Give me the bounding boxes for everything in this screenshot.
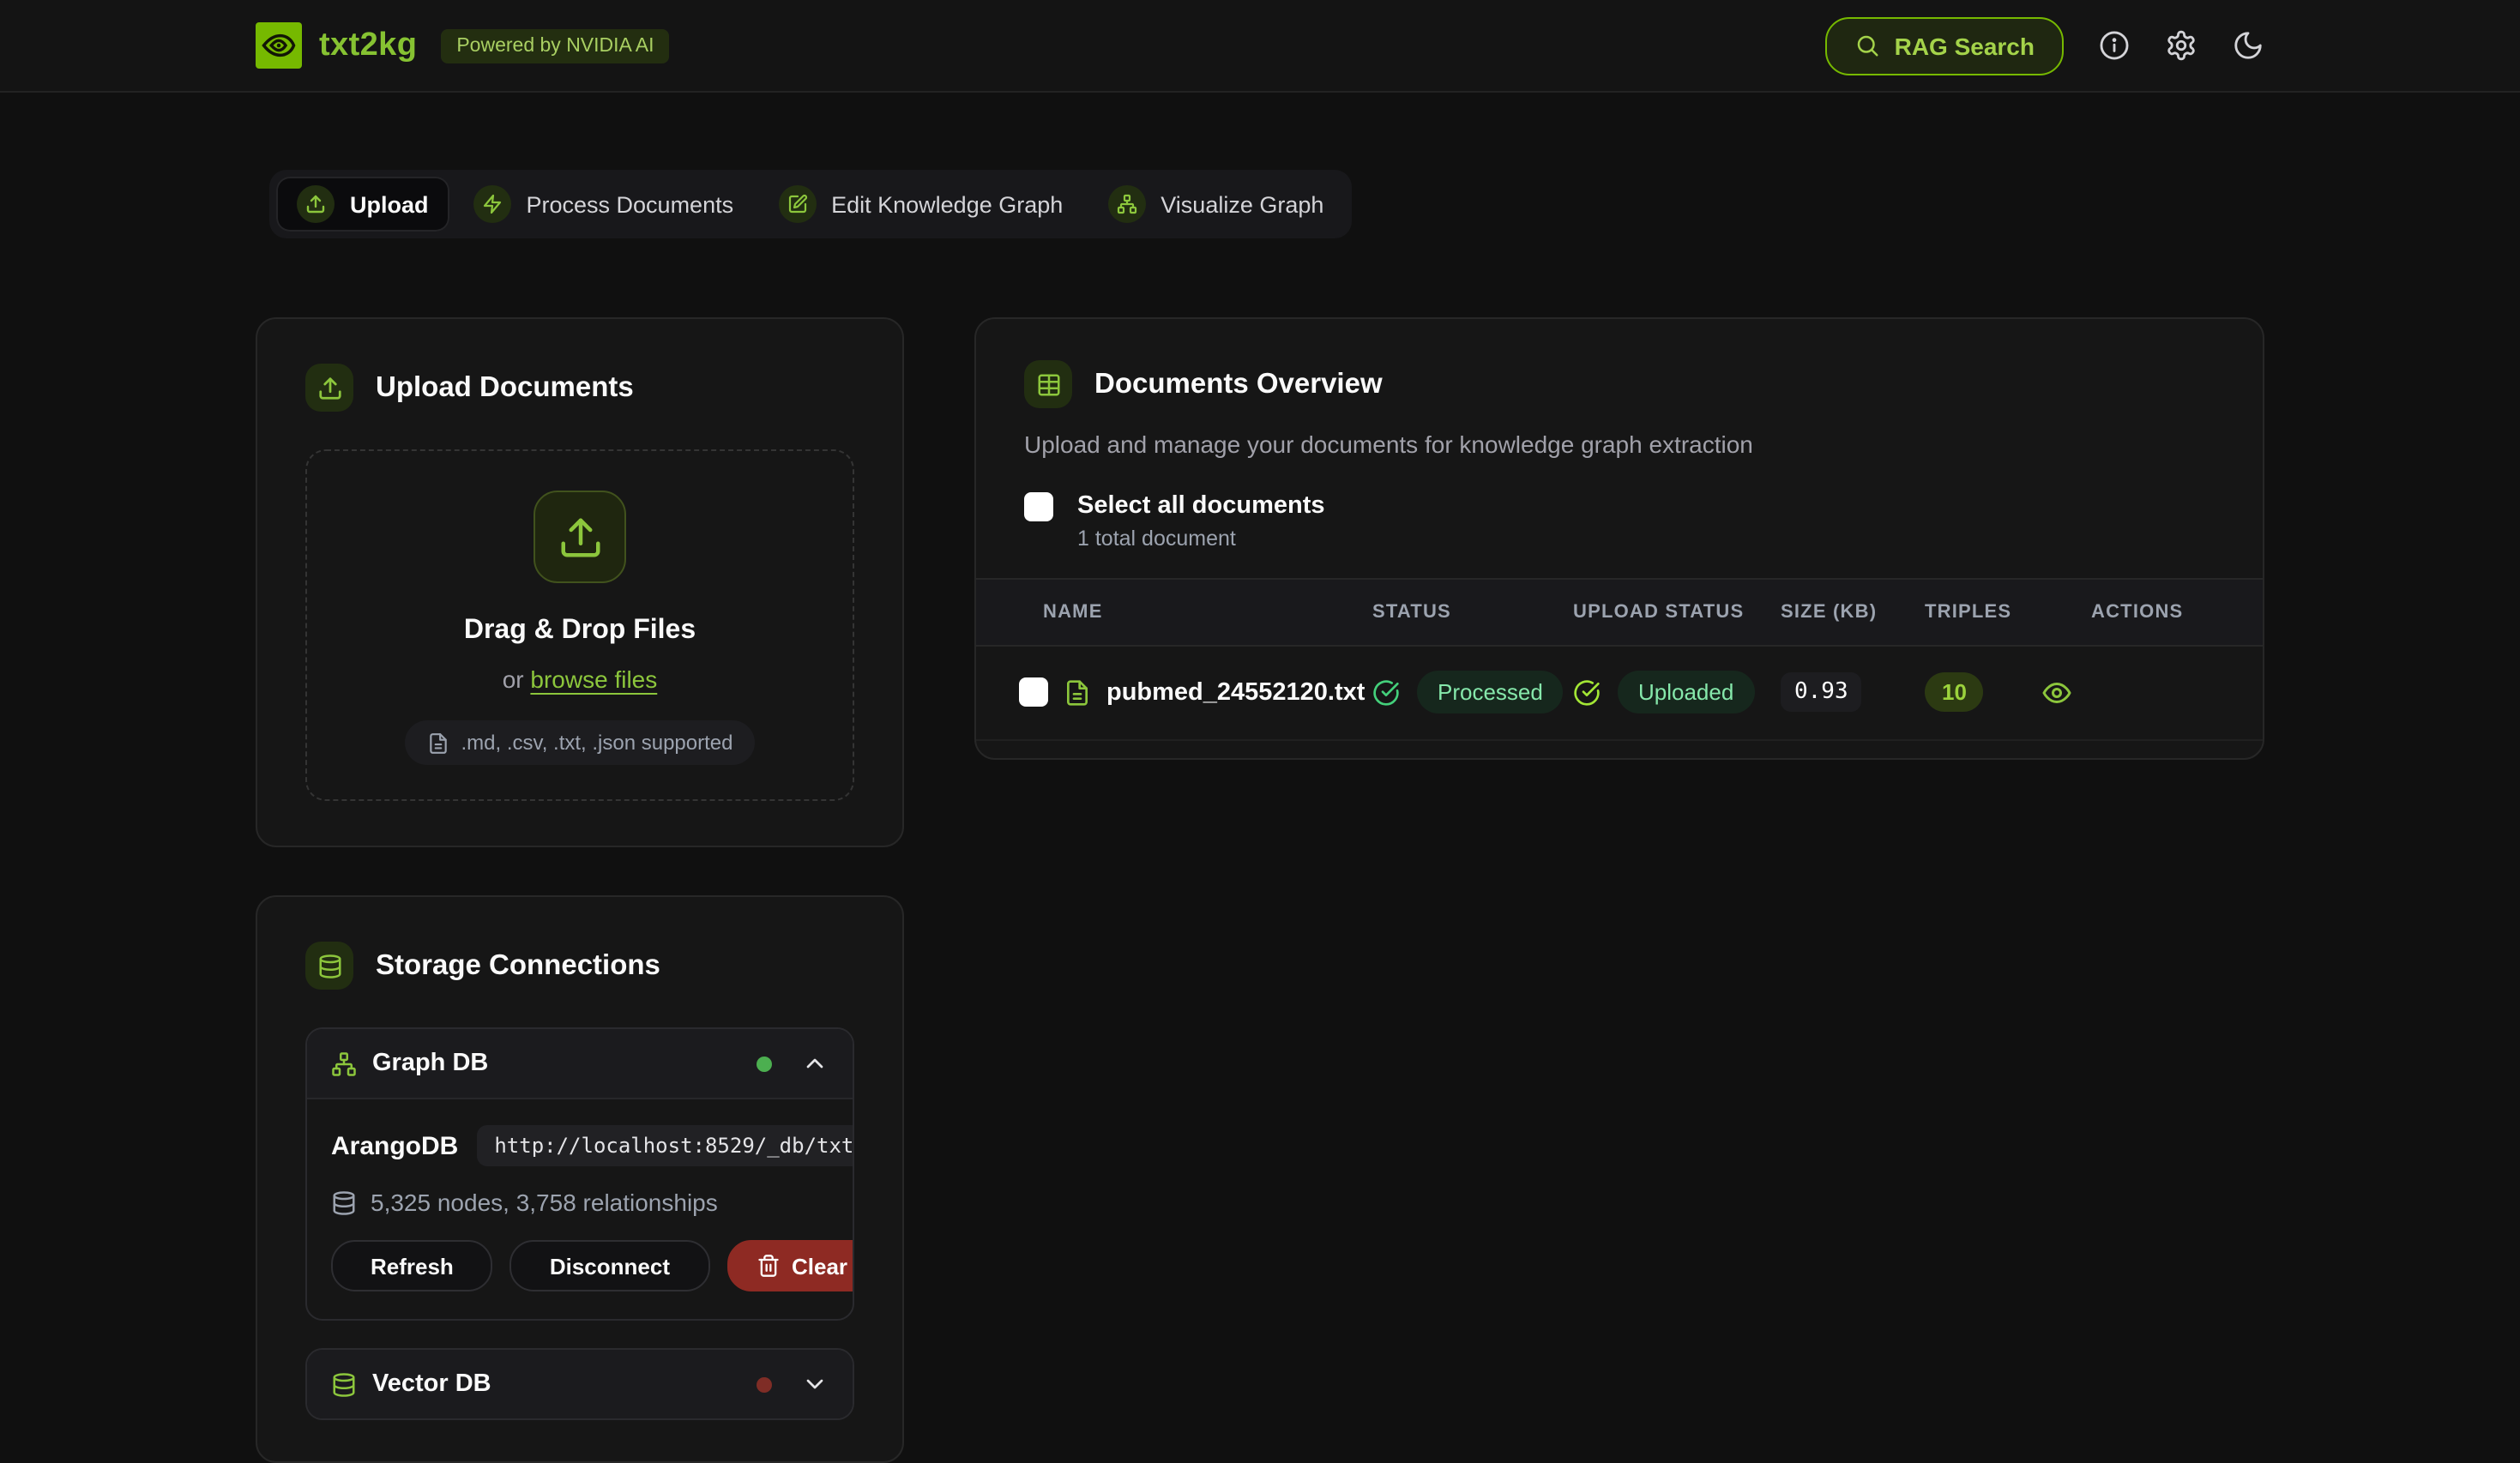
dropzone-title: Drag & Drop Files	[464, 616, 696, 647]
vector-db-status-dot	[757, 1376, 772, 1392]
chevron-down-icon	[801, 1370, 829, 1398]
graph-db-status-dot	[757, 1056, 772, 1071]
graph-db-provider: ArangoDB	[331, 1131, 458, 1160]
table-header-row: Name Status Upload Status Size (KB) Trip…	[976, 577, 2263, 646]
main-tabbar: Upload Process Documents Edit Knowledge …	[269, 170, 1351, 238]
search-icon	[1855, 33, 1881, 58]
graph-db-body: ArangoDB http://localhost:8529/_db/txt2k…	[307, 1098, 853, 1319]
info-button[interactable]	[2098, 29, 2131, 62]
vector-db-header[interactable]: Vector DB	[307, 1350, 853, 1418]
upload-status-badge: Uploaded	[1618, 671, 1754, 713]
database-icon	[331, 1189, 357, 1215]
browse-files-link[interactable]: browse files	[530, 665, 657, 693]
column-header-actions: Actions	[2028, 601, 2263, 622]
zap-icon	[473, 185, 511, 223]
chevron-up-icon	[801, 1050, 829, 1077]
database-icon	[331, 1371, 357, 1397]
file-text-icon	[1064, 678, 1091, 706]
app-root: txt2kg Powered by NVIDIA AI RAG Search	[0, 0, 2520, 1324]
graph-db-label: Graph DB	[372, 1050, 741, 1077]
upload-icon	[297, 185, 335, 223]
total-documents-label: 1 total document	[1077, 526, 1325, 550]
settings-button[interactable]	[2165, 29, 2197, 62]
trash-icon	[756, 1254, 780, 1278]
check-circle-icon	[1573, 678, 1601, 706]
table-row: pubmed_24552120.txt Processed	[976, 646, 2263, 740]
view-document-button[interactable]	[2028, 677, 2072, 707]
edit-icon	[778, 185, 816, 223]
column-header-size: Size (KB)	[1781, 601, 1925, 622]
supported-formats-pill: .md, .csv, .txt, .json supported	[404, 720, 755, 765]
column-header-status: Status	[1372, 601, 1573, 622]
powered-by-badge: Powered by NVIDIA AI	[441, 28, 669, 63]
storage-connections-card: Storage Connections Graph DB	[256, 895, 904, 1463]
upload-icon	[534, 491, 626, 583]
file-dropzone[interactable]: Drag & Drop Files or browse files .md, .…	[305, 449, 854, 801]
upload-documents-card: Upload Documents Drag & Drop Files or br…	[256, 317, 904, 847]
clear-button[interactable]: Clear	[726, 1240, 854, 1291]
tab-edit-knowledge-graph[interactable]: Edit Knowledge Graph	[757, 177, 1083, 232]
nvidia-logo-icon	[256, 22, 302, 69]
tab-visualize-graph[interactable]: Visualize Graph	[1087, 177, 1344, 232]
row-checkbox[interactable]	[1019, 677, 1048, 707]
refresh-button[interactable]: Refresh	[331, 1240, 493, 1291]
select-all-checkbox[interactable]	[1024, 492, 1053, 521]
documents-card-title: Documents Overview	[1094, 368, 1383, 400]
select-all-label: Select all documents	[1077, 492, 1325, 521]
documents-table: Name Status Upload Status Size (KB) Trip…	[976, 577, 2263, 740]
graph-db-stats: 5,325 nodes, 3,758 relationships	[371, 1189, 718, 1216]
disconnect-button[interactable]: Disconnect	[510, 1240, 709, 1291]
tab-process-documents[interactable]: Process Documents	[453, 177, 755, 232]
documents-card-subtitle: Upload and manage your documents for kno…	[1024, 430, 2215, 458]
tab-upload[interactable]: Upload	[276, 177, 449, 232]
graph-db-url: http://localhost:8529/_db/txt2kg	[477, 1125, 854, 1166]
graph-db-header[interactable]: Graph DB	[307, 1029, 853, 1098]
eye-icon	[2041, 677, 2072, 707]
header-actions: RAG Search	[1826, 16, 2264, 75]
app-header: txt2kg Powered by NVIDIA AI RAG Search	[0, 0, 2520, 93]
size-value: 0.93	[1781, 672, 1862, 712]
check-circle-icon	[1372, 678, 1400, 706]
storage-card-title: Storage Connections	[376, 949, 660, 982]
upload-card-title: Upload Documents	[376, 371, 634, 404]
triples-badge: 10	[1925, 672, 1984, 712]
info-icon	[2098, 29, 2131, 62]
graph-db-panel: Graph DB ArangoDB http://localhost:8529/…	[305, 1027, 854, 1321]
vector-db-label: Vector DB	[372, 1370, 741, 1398]
app-title: txt2kg	[319, 27, 417, 64]
vector-db-panel: Vector DB	[305, 1348, 854, 1420]
moon-icon	[2232, 29, 2264, 62]
graph-network-icon	[1107, 185, 1145, 223]
table-icon	[1024, 360, 1072, 408]
status-badge: Processed	[1417, 671, 1564, 713]
gear-icon	[2165, 29, 2197, 62]
document-name: pubmed_24552120.txt	[1106, 678, 1365, 706]
graph-network-icon	[331, 1051, 357, 1076]
rag-search-button[interactable]: RAG Search	[1826, 16, 2064, 75]
brand-group: txt2kg Powered by NVIDIA AI	[256, 22, 669, 69]
database-icon	[305, 942, 353, 990]
column-header-name: Name	[976, 601, 1372, 622]
upload-icon	[305, 364, 353, 412]
documents-overview-card: Documents Overview Upload and manage you…	[974, 317, 2264, 759]
theme-toggle-button[interactable]	[2232, 29, 2264, 62]
file-icon	[426, 732, 449, 754]
column-header-triples: Triples	[1925, 601, 2028, 622]
dropzone-subtext: or browse files	[503, 665, 658, 693]
column-header-upload-status: Upload Status	[1573, 601, 1781, 622]
